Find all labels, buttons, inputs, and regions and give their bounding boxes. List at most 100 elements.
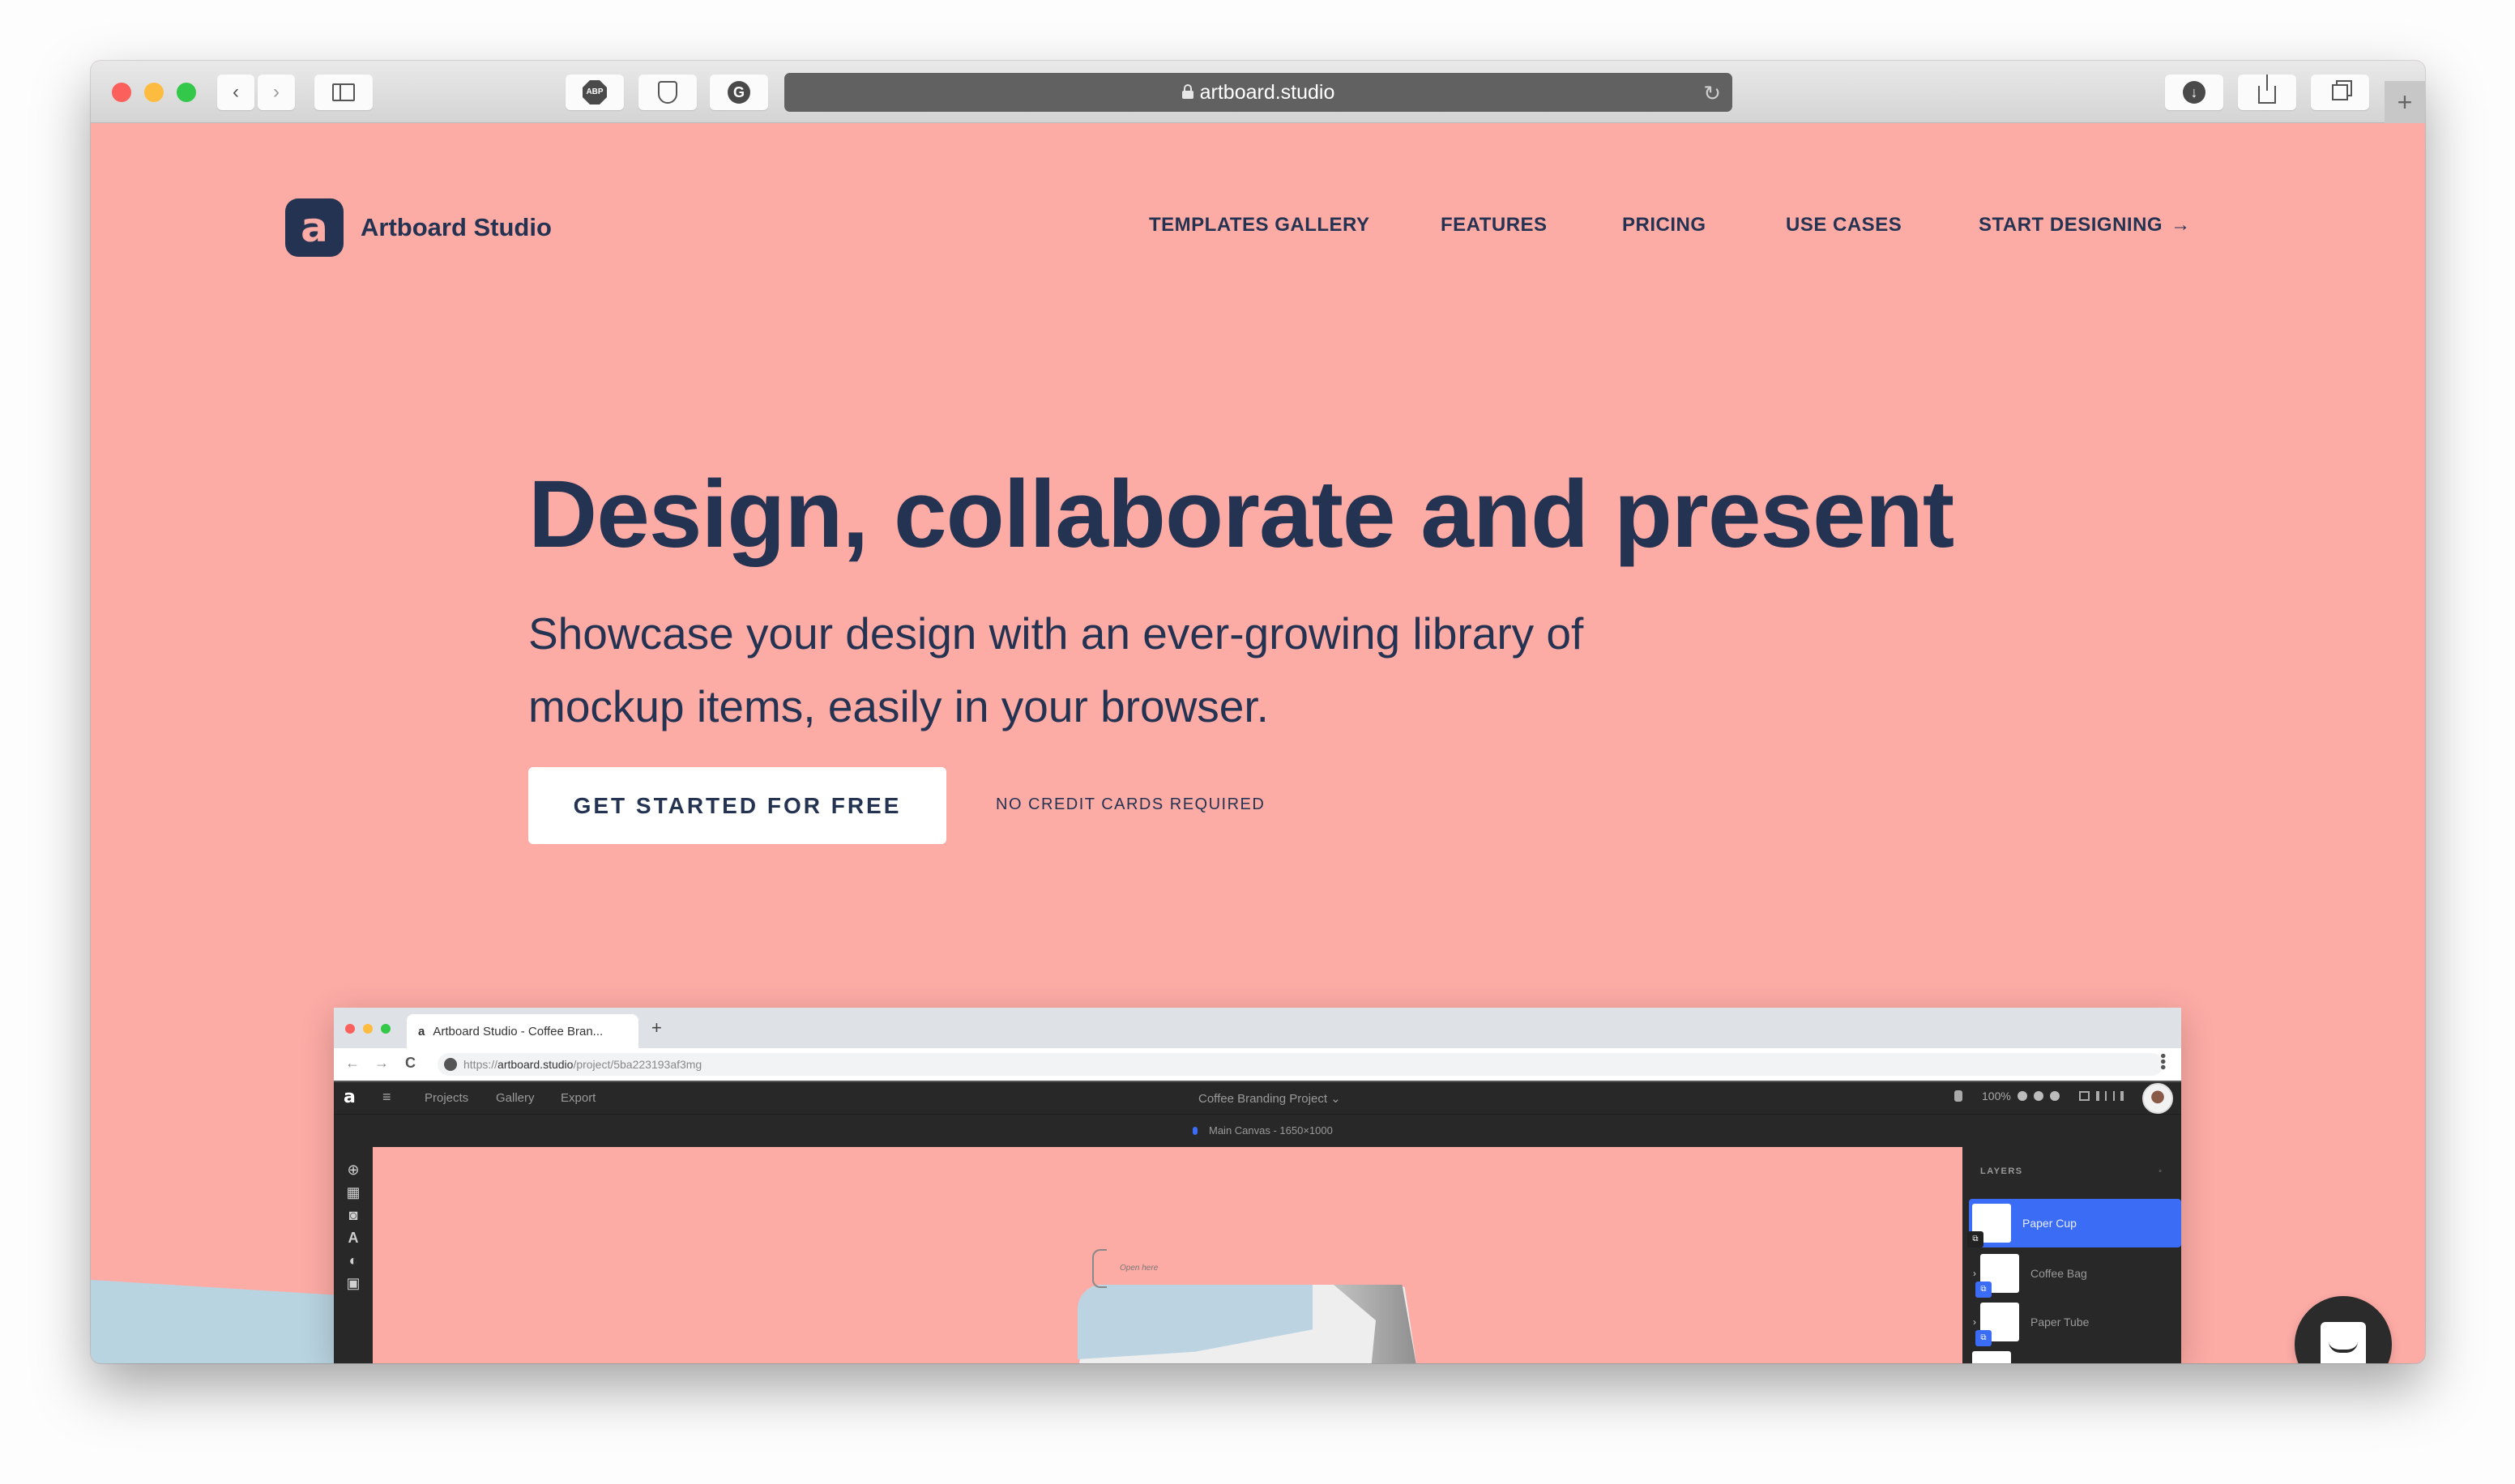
mockup-app-logo-icon: a: [344, 1087, 356, 1107]
text-icon: A: [348, 1230, 359, 1246]
new-tab-button[interactable]: +: [2385, 81, 2425, 123]
sidebar-toggle-button[interactable]: [314, 75, 373, 110]
mockup-address-row: ← → C https://artboard.studio/project/5b…: [334, 1048, 2181, 1082]
layer-item: › ⧉ Coffee Bag: [1969, 1249, 2181, 1298]
coffee-bag-mockup: [1078, 1285, 1418, 1363]
back-button[interactable]: ‹: [217, 75, 254, 110]
nav-features[interactable]: FEATURES: [1441, 214, 1548, 237]
nav-start-designing-label: START DESIGNING: [1979, 214, 2163, 236]
mockup-favicon-icon: a: [418, 1024, 425, 1038]
shield-extension-icon: [658, 81, 677, 104]
mockup-canvas-bar: Main Canvas - 1650×1000: [334, 1115, 2181, 1147]
mockup-canvas-label-text: Main Canvas - 1650×1000: [1209, 1124, 1333, 1136]
mockup-url-prefix: https://: [463, 1058, 498, 1071]
layer-thumbnail: [1972, 1351, 2011, 1363]
mockup-layers-panel: LAYERS ◦ ⧉ Paper Cup › ⧉ Coffee Bag › ⧉ …: [1962, 1147, 2181, 1363]
mockup-link-export: Export: [561, 1091, 596, 1105]
mockup-project-name-text: Coffee Branding Project: [1198, 1092, 1327, 1106]
downloads-button[interactable]: ↓: [2165, 75, 2223, 110]
mockup-reload-icon: C: [405, 1055, 416, 1071]
layout-right-icon: [2112, 1091, 2124, 1101]
reload-icon[interactable]: ↻: [1703, 81, 1721, 106]
tabs-overview-button[interactable]: [2311, 75, 2369, 110]
layer-item: Background Shape: [1969, 1346, 2181, 1363]
layer-thumbnail: ⧉: [1975, 1254, 2019, 1298]
camera-icon: ◙: [348, 1207, 358, 1223]
zoom-window-button[interactable]: [177, 83, 196, 102]
mockup-url-path: /project/5ba223193af3mg: [573, 1058, 702, 1071]
mockup-tab-title: Artboard Studio - Coffee Bran...: [433, 1024, 604, 1038]
desktop: ‹ › ABP G artboard.studio ↻ ↓ + a Artboa…: [0, 0, 2515, 1484]
layer-name: Paper Tube: [2030, 1316, 2090, 1328]
brand-logo[interactable]: a Artboard Studio: [285, 198, 552, 257]
browser-toolbar: ‹ › ABP G artboard.studio ↻ ↓ +: [91, 61, 2425, 123]
mockup-minimize-dot: [363, 1024, 373, 1034]
decorative-blue-shape: [91, 1280, 334, 1363]
chat-smile: [2329, 1341, 2358, 1353]
chevron-down-icon: ⌄: [1330, 1092, 1341, 1106]
layout-left-icon: [2095, 1091, 2107, 1101]
mockup-kebab-icon: •••: [2154, 1053, 2171, 1071]
app-preview-mockup: a Artboard Studio - Coffee Bran... + ← →…: [334, 1008, 2181, 1363]
zoom-out-icon: [2033, 1091, 2043, 1101]
chevron-right-icon: ›: [1973, 1268, 1976, 1279]
mockup-app-toolbar: a ≡ Projects Gallery Export Coffee Brand…: [334, 1082, 2181, 1115]
shield-extension-button[interactable]: [638, 75, 697, 110]
adblock-plus-button[interactable]: ABP: [566, 75, 624, 110]
chat-widget-button[interactable]: [2295, 1296, 2392, 1363]
brand-name: Artboard Studio: [361, 213, 552, 241]
hand-tool-icon: [1954, 1090, 1962, 1102]
chat-bubble-icon: [2321, 1322, 2366, 1363]
zoom-fit-icon: [2049, 1091, 2060, 1101]
mockup-tab: a Artboard Studio - Coffee Bran...: [407, 1014, 638, 1048]
no-credit-card-note: NO CREDIT CARDS REQUIRED: [996, 795, 1266, 813]
grammarly-icon: G: [728, 81, 750, 104]
mockup-canvas-label: Main Canvas - 1650×1000: [1193, 1124, 1333, 1136]
tabs-overview-icon: [2332, 84, 2348, 100]
mockup-new-tab-icon: +: [651, 1017, 662, 1038]
arrow-right-icon: →: [2171, 214, 2191, 236]
mockup-project-name: Coffee Branding Project ⌄: [1198, 1091, 1341, 1106]
address-bar[interactable]: artboard.studio ↻: [784, 73, 1732, 112]
layer-name: Paper Cup: [2022, 1217, 2077, 1230]
layer-thumbnail: ⧉: [1967, 1204, 2011, 1247]
close-window-button[interactable]: [112, 83, 131, 102]
mockup-zoom-controls: 100%: [1954, 1090, 2124, 1102]
download-icon: ↓: [2183, 81, 2205, 104]
nav-pricing[interactable]: PRICING: [1622, 214, 1706, 237]
add-icon: ⊕: [347, 1162, 360, 1178]
artboard-logo-icon: a: [285, 198, 344, 257]
hero-title: Design, collaborate and present: [528, 461, 1954, 568]
mockup-url-bar: https://artboard.studio/project/5ba22319…: [438, 1053, 2163, 1076]
mockup-close-dot: [345, 1024, 355, 1034]
minimize-window-button[interactable]: [144, 83, 164, 102]
chevron-right-icon: ›: [273, 81, 280, 103]
plus-icon: +: [2397, 87, 2413, 117]
zoom-in-icon: [2017, 1091, 2027, 1101]
canvas-indicator-icon: [1193, 1126, 1198, 1135]
nav-start-designing[interactable]: START DESIGNING →: [1979, 214, 2191, 237]
mockup-tab-strip: a Artboard Studio - Coffee Bran... +: [334, 1008, 2181, 1048]
mockup-forward-icon: →: [374, 1055, 389, 1071]
layer-thumbnail: ⧉: [1975, 1303, 2019, 1346]
forward-button[interactable]: ›: [258, 75, 295, 110]
nav-use-cases[interactable]: USE CASES: [1786, 214, 1902, 237]
hero-subtitle: Showcase your design with an ever-growin…: [528, 608, 1584, 731]
layers-title: LAYERS: [1980, 1166, 2023, 1176]
address-bar-text: artboard.studio: [1199, 80, 1335, 104]
shapes-icon: ◐: [348, 1252, 358, 1269]
share-button[interactable]: [2238, 75, 2296, 110]
share-icon: [2258, 75, 2276, 104]
grammarly-button[interactable]: G: [710, 75, 768, 110]
layers-options-icon: ◦: [2158, 1166, 2162, 1176]
mockup-link-gallery: Gallery: [496, 1091, 535, 1105]
mockup-url-domain: artboard.studio: [497, 1058, 574, 1071]
bag-open-here-text: Open here: [1120, 1264, 1159, 1273]
nav-templates-gallery[interactable]: TEMPLATES GALLERY: [1149, 214, 1370, 237]
mockup-zoom-dot: [381, 1024, 391, 1034]
lock-icon: [1181, 84, 1193, 99]
mockup-link-projects: Projects: [425, 1091, 469, 1105]
get-started-button[interactable]: GET STARTED FOR FREE: [528, 767, 946, 844]
browser-window: ‹ › ABP G artboard.studio ↻ ↓ + a Artboa…: [91, 61, 2425, 1363]
grid-icon: ▦: [346, 1184, 361, 1200]
